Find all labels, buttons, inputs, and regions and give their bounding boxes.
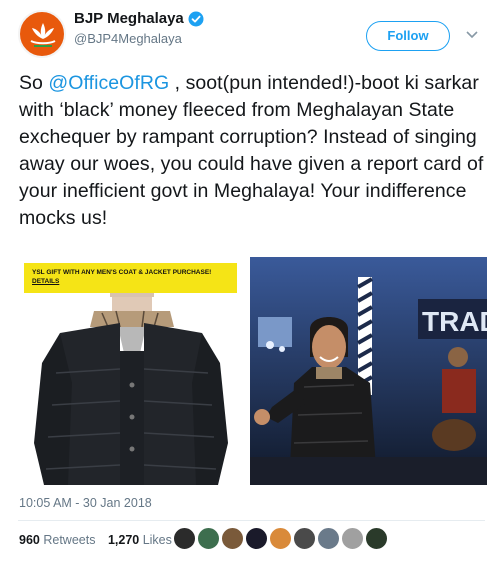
liker-avatar[interactable] (341, 527, 364, 550)
likes-label: Likes (142, 533, 172, 547)
tweet-text-lead: So (19, 72, 49, 94)
chevron-down-icon[interactable] (465, 30, 479, 40)
media-stage-photo[interactable]: TRAD (250, 257, 487, 485)
tweet-header: BJP Meghalaya @BJP4Meghalaya Follow (0, 0, 503, 62)
liker-avatar[interactable] (365, 527, 388, 550)
mention-link[interactable]: @OfficeOfRG (48, 72, 169, 94)
liker-avatar[interactable] (173, 527, 196, 550)
lotus-logo-icon (30, 23, 56, 47)
liker-avatar[interactable] (245, 527, 268, 550)
media-coat-product[interactable]: YSL GIFT WITH ANY MEN'S COAT & JACKET PU… (16, 257, 246, 485)
liker-avatar[interactable] (317, 527, 340, 550)
divider-top (18, 520, 485, 521)
liker-avatar[interactable] (197, 527, 220, 550)
promo-details-link[interactable]: DETAILS (32, 278, 59, 285)
tweet-text: So @OfficeOfRG , soot(pun intended!)-boo… (19, 70, 489, 232)
coat-illustration (34, 293, 228, 485)
liker-avatar[interactable] (221, 527, 244, 550)
retweets-stat[interactable]: 960 Retweets (19, 533, 95, 547)
tweet-text-body: , soot(pun intended!)-boot ki sarkar wit… (19, 72, 484, 229)
liker-avatar[interactable] (269, 527, 292, 550)
author-handle[interactable]: @BJP4Meghalaya (74, 31, 182, 46)
promo-text: YSL GIFT WITH ANY MEN'S COAT & JACKET PU… (32, 268, 232, 286)
follow-button[interactable]: Follow (366, 21, 450, 51)
tweet-timestamp[interactable]: 10:05 AM - 30 Jan 2018 (19, 496, 152, 510)
promo-banner: YSL GIFT WITH ANY MEN'S COAT & JACKET PU… (24, 263, 237, 293)
liker-avatar[interactable] (293, 527, 316, 550)
stage-banner-text: TRAD (422, 306, 487, 337)
stage-illustration: TRAD (250, 257, 487, 485)
tweet-stats: 960 Retweets 1,270 Likes (19, 533, 172, 547)
author-display-name[interactable]: BJP Meghalaya (74, 10, 184, 27)
likes-stat[interactable]: 1,270 Likes (108, 533, 172, 547)
retweets-label: Retweets (43, 533, 96, 547)
promo-headline: YSL GIFT WITH ANY MEN'S COAT & JACKET PU… (32, 269, 212, 276)
author-avatar[interactable] (18, 10, 66, 58)
likes-count: 1,270 (107, 533, 140, 547)
retweets-count: 960 (19, 533, 40, 547)
verified-badge-icon (188, 11, 204, 27)
